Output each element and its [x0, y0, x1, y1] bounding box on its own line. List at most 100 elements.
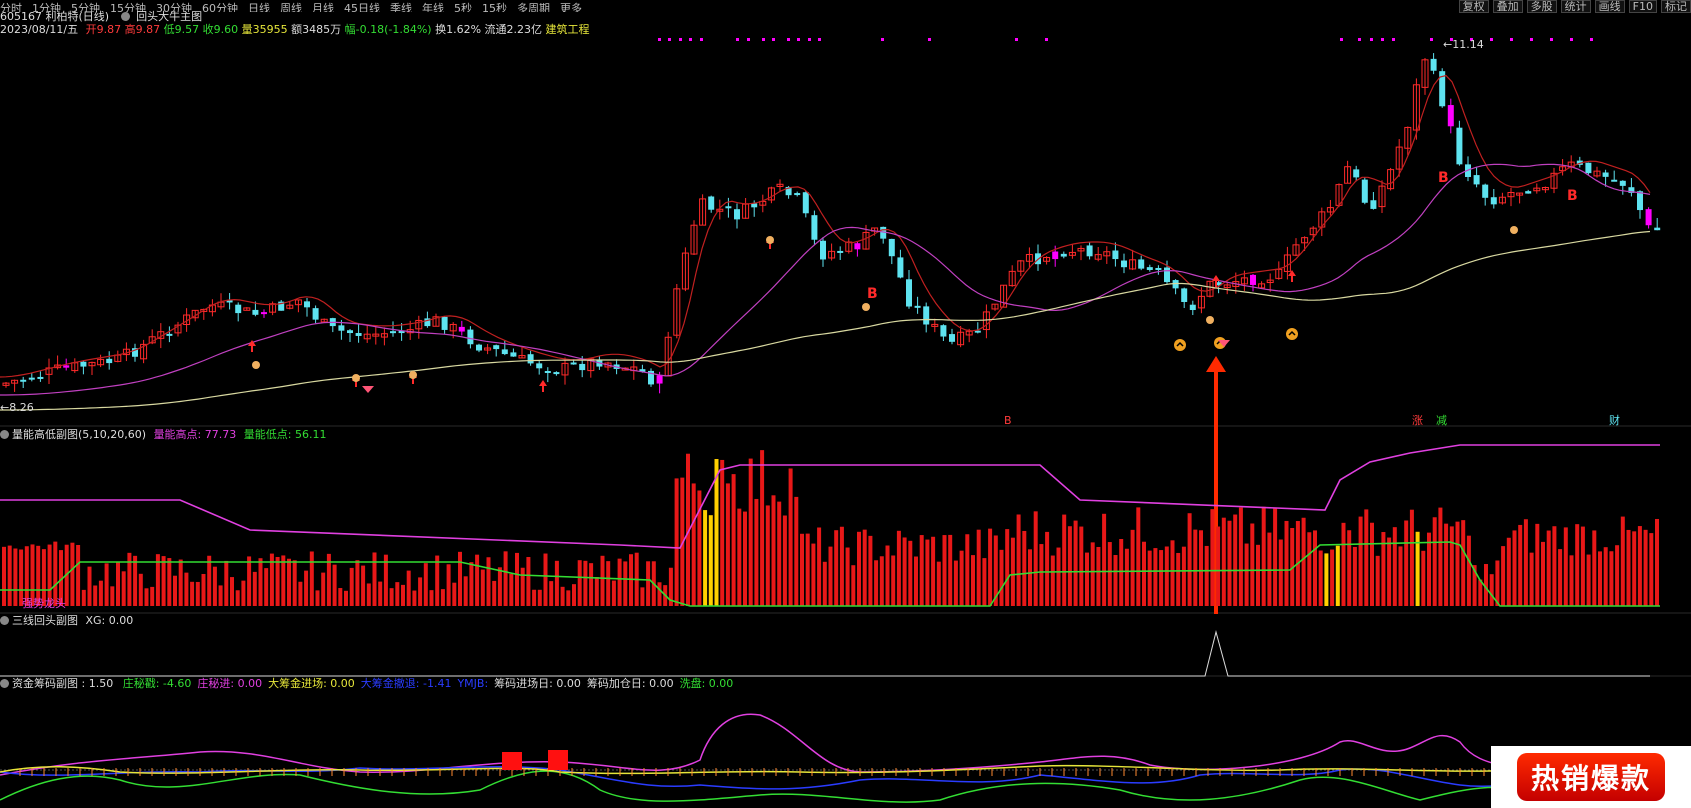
- volume-bar: [1558, 549, 1563, 606]
- volume-bar: [1039, 544, 1044, 606]
- volume-bar: [999, 549, 1004, 606]
- volume-bar: [1387, 537, 1392, 606]
- high-price-label: ←11.14: [1443, 38, 1484, 51]
- volume-bar: [1529, 552, 1534, 606]
- buy-label-b2: B: [1438, 170, 1449, 186]
- volume-bar: [1535, 523, 1540, 606]
- volume-bar: [1603, 547, 1608, 606]
- volume-bar: [1626, 529, 1631, 606]
- promo-badge[interactable]: 热销爆款: [1491, 746, 1691, 808]
- funds-item-4: YMJB:: [457, 677, 489, 690]
- signal-dot: [668, 38, 671, 41]
- volume-bar: [1370, 522, 1374, 606]
- volume-bar: [133, 555, 138, 606]
- funds-item-6: 筹码加仓日: 0.00: [586, 677, 674, 690]
- volume-bar: [230, 577, 234, 606]
- candle-body: [1430, 58, 1437, 71]
- candle-body: [338, 325, 345, 331]
- volume-bar: [640, 587, 645, 606]
- volume-bar: [1421, 550, 1426, 606]
- volume-bar: [1267, 532, 1272, 606]
- candle-body: [708, 196, 715, 210]
- volume-bar: [1512, 530, 1517, 606]
- candle-body: [1353, 169, 1360, 178]
- volume-bar: [845, 547, 850, 606]
- volume-bar: [834, 530, 839, 606]
- candle-body: [1473, 175, 1480, 185]
- volume-bar: [566, 590, 571, 606]
- volume-bar: [1022, 530, 1027, 606]
- signal-dot: [747, 38, 750, 41]
- volume-bar: [1170, 540, 1175, 606]
- volume-bar: [720, 459, 725, 606]
- volume-bar: [446, 564, 451, 606]
- volume-bar: [577, 560, 582, 606]
- volume-bar: [1278, 539, 1283, 606]
- candle-body: [355, 333, 362, 336]
- volume-bar: [1187, 513, 1192, 606]
- volume-bar: [1045, 531, 1050, 606]
- volume-bar: [822, 561, 827, 606]
- volume-bar: [98, 580, 103, 606]
- volume-bar: [942, 535, 947, 606]
- volume-bar: [657, 582, 662, 606]
- settings-dot-icon[interactable]: [0, 679, 9, 688]
- candle-body: [80, 361, 87, 367]
- xg-panel-title[interactable]: 三线回头副图: [12, 614, 78, 627]
- volume-bar: [811, 543, 816, 606]
- volume-bar: [1330, 549, 1335, 606]
- settings-dot-icon[interactable]: [0, 430, 9, 439]
- volume-bar: [1102, 513, 1107, 606]
- signal-dot: [1015, 38, 1018, 41]
- volume-bar: [1649, 533, 1654, 606]
- volume-panel-title[interactable]: 量能高低副图(5,10,20,60): [12, 428, 146, 441]
- volume-bar: [868, 535, 873, 606]
- hand-pointer-icon: [1206, 316, 1214, 324]
- volume-bar: [765, 505, 770, 606]
- funds-red-block: [548, 750, 568, 770]
- candle-body: [923, 306, 930, 325]
- bottom-tag-b: B: [1004, 414, 1012, 427]
- volume-bar: [549, 581, 554, 606]
- volume-bar: [93, 585, 98, 606]
- volume-bar: [515, 552, 519, 606]
- volume-bar: [315, 590, 320, 606]
- bottom-tag-reduce: 减: [1436, 414, 1447, 427]
- funds-item-2: 大筹金进场: 0.00: [268, 677, 355, 690]
- candle-body: [347, 330, 353, 334]
- candle-body: [1146, 267, 1153, 270]
- volume-bar: [361, 565, 366, 606]
- volume-bar: [1632, 531, 1637, 606]
- xg-line: [0, 630, 1650, 677]
- candle-body: [940, 325, 947, 337]
- hand-pointer-icon: [862, 303, 870, 311]
- volume-bar: [264, 568, 269, 606]
- funds-panel-title[interactable]: 资金筹码副图 : 1.50: [12, 677, 113, 690]
- volume-bar: [344, 590, 348, 606]
- candle-body: [1164, 267, 1170, 283]
- volume-bar: [503, 551, 508, 606]
- volume-bar: [1341, 522, 1346, 606]
- volume-bar: [594, 576, 599, 606]
- volume-bar: [1147, 550, 1152, 606]
- ma-line-short: [0, 74, 1651, 378]
- volume-bar: [1335, 545, 1340, 606]
- volume-bar: [874, 560, 879, 606]
- signal-dot: [658, 38, 661, 41]
- candle-body: [261, 312, 267, 315]
- hand-pointer-icon: [352, 374, 360, 382]
- volume-bar: [1347, 530, 1352, 606]
- volume-bar: [731, 474, 736, 606]
- candle-body: [501, 349, 508, 355]
- signal-dot: [797, 38, 800, 41]
- volume-bar: [304, 570, 309, 606]
- volume-bar: [600, 555, 605, 606]
- volume-bar: [572, 584, 576, 606]
- candle-body: [106, 358, 113, 364]
- settings-dot-icon[interactable]: [0, 616, 9, 625]
- volume-bar: [497, 567, 502, 606]
- volume-bar: [703, 510, 708, 606]
- volume-bar: [435, 555, 440, 606]
- volume-bar: [480, 569, 485, 606]
- volume-bar: [355, 560, 360, 606]
